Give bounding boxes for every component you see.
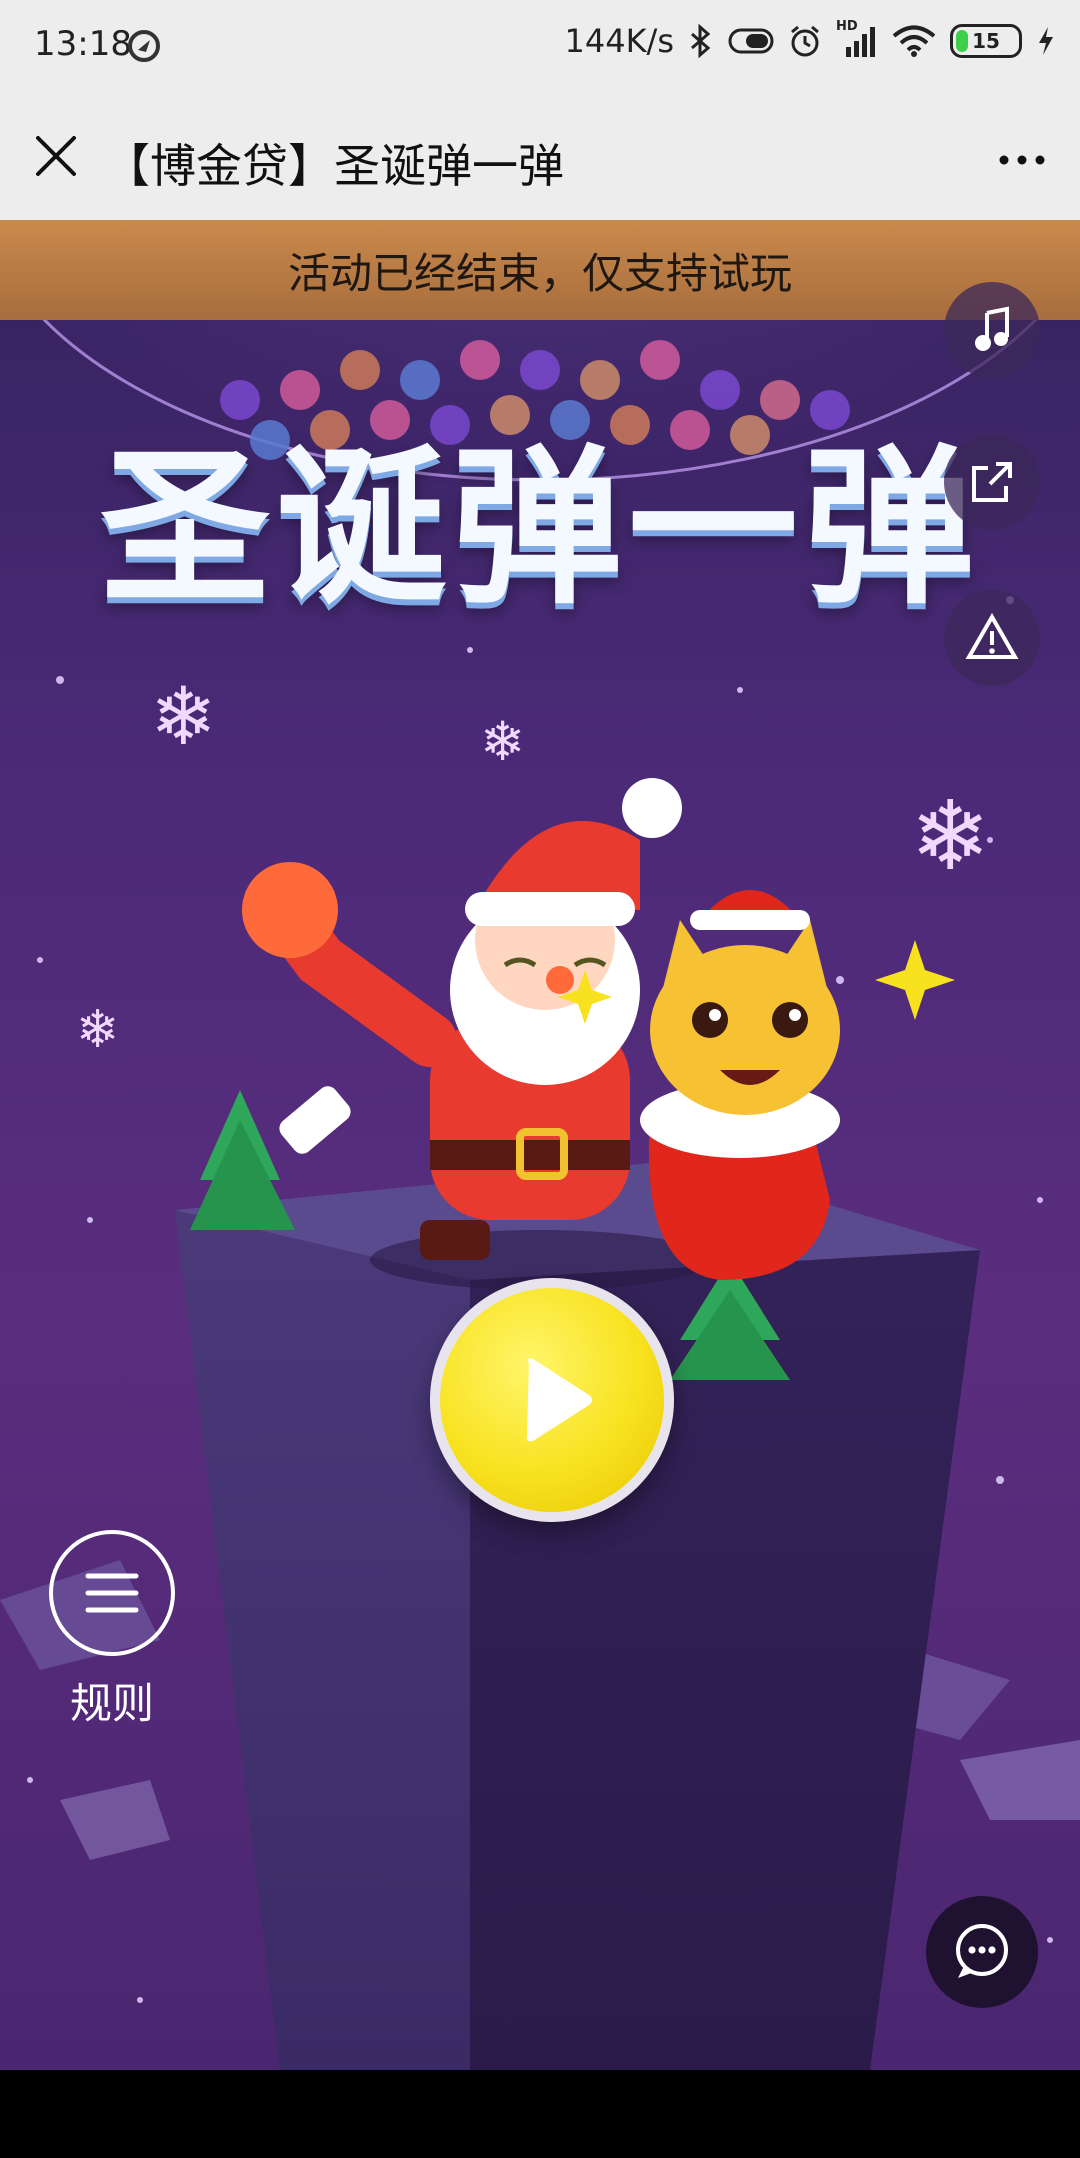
- snowflake-icon: ❄: [76, 1000, 120, 1060]
- page-title: 【博金贷】圣诞弹一弹: [104, 139, 564, 193]
- snowflake-icon: ❄: [150, 670, 218, 763]
- title-bar: 【博金贷】圣诞弹一弹: [0, 96, 1080, 220]
- more-icon[interactable]: [992, 130, 1052, 190]
- net-speed: 144K/s: [564, 22, 674, 60]
- chat-button[interactable]: [926, 1896, 1038, 2008]
- wifi-icon: [892, 25, 936, 57]
- snowflake-icon: ❄: [910, 780, 991, 892]
- rules-circle[interactable]: [49, 1530, 175, 1656]
- battery-indicator: 15: [950, 24, 1022, 58]
- status-bar: 13:18 144K/s HD 15: [0, 0, 1080, 96]
- share-icon: [972, 462, 1012, 502]
- report-button[interactable]: [944, 590, 1040, 686]
- play-button[interactable]: [430, 1278, 674, 1522]
- activity-ended-banner: 活动已经结束，仅支持试玩: [0, 220, 1080, 320]
- warning-icon: [965, 613, 1019, 659]
- game-title: 圣诞弹一弹: [99, 430, 980, 628]
- bottom-bar: [0, 2070, 1080, 2158]
- rules-label: 规则: [69, 1679, 154, 1728]
- menu-icon: [85, 1573, 139, 1613]
- music-note-icon: [975, 306, 1009, 351]
- toggle-icon: [728, 28, 774, 54]
- alarm-icon: [791, 25, 819, 57]
- signal-icon: HD: [836, 19, 878, 59]
- play-icon: [526, 1358, 592, 1442]
- game-stage: ❄ ❄ ❄ ❄ 活动已经结束，仅支持试玩 圣诞弹一弹 规则: [0, 220, 1080, 2070]
- share-button[interactable]: [944, 434, 1040, 530]
- location-icon: [128, 30, 160, 62]
- music-button[interactable]: [944, 282, 1040, 378]
- rules-button[interactable]: 规则: [44, 1530, 180, 1731]
- status-time: 13:18: [34, 24, 132, 64]
- bluetooth-icon: [691, 24, 711, 58]
- charging-icon: [1039, 27, 1053, 55]
- banner-text: 活动已经结束，仅支持试玩: [287, 248, 792, 298]
- close-icon[interactable]: [26, 126, 86, 186]
- snowflake-icon: ❄: [480, 710, 526, 773]
- chat-icon: [956, 1924, 1008, 1978]
